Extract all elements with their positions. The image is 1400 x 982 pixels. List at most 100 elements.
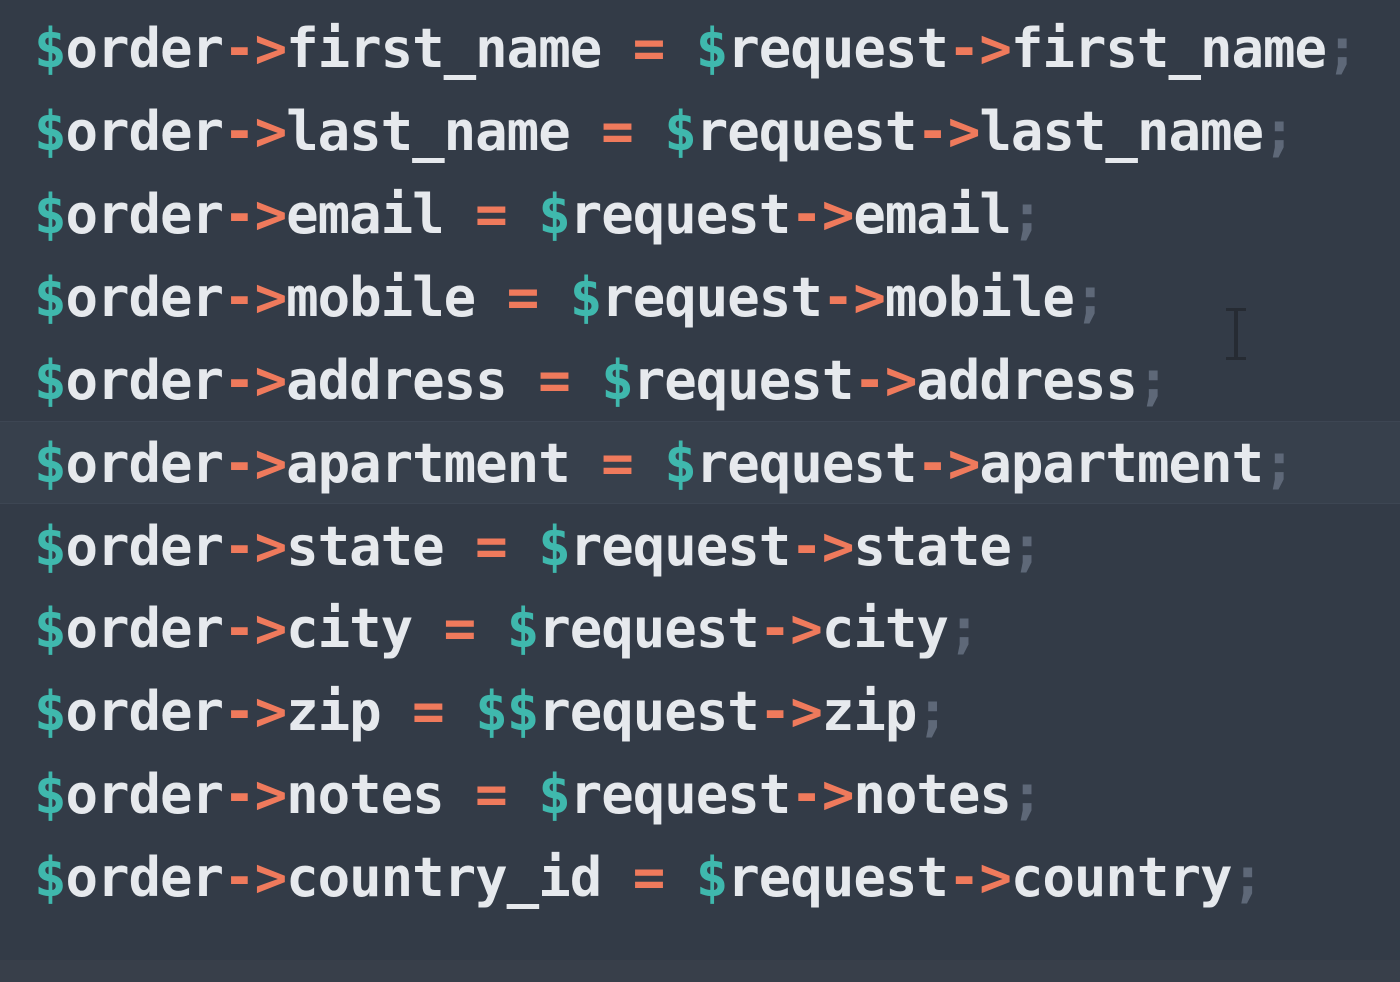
semicolon: ; <box>1010 515 1044 578</box>
variable-sigil: $ <box>601 349 634 412</box>
property-name: mobile <box>286 266 476 329</box>
property-name: address <box>286 349 508 412</box>
arrow-operator: -> <box>947 846 1012 909</box>
code-line[interactable]: $order->country_id = $request->country; <box>0 836 1400 919</box>
variable-sigil: $ <box>664 432 697 495</box>
property-name: city <box>821 597 949 660</box>
code-editor[interactable]: $order->first_name = $request->first_nam… <box>0 0 1400 982</box>
variable-sigil: $ <box>538 763 571 826</box>
variable-name: order <box>65 432 225 495</box>
assign-operator: = <box>475 266 570 329</box>
variable-name: request <box>632 349 855 412</box>
property-name: first_name <box>286 17 602 80</box>
semicolon: ; <box>1263 100 1296 163</box>
variable-name: request <box>538 597 760 660</box>
arrow-operator: -> <box>853 349 917 412</box>
code-line[interactable]: $order->city = $request->city; <box>0 587 1400 670</box>
variable-sigil: $ <box>695 17 729 80</box>
assign-operator: = <box>601 17 696 80</box>
arrow-operator: -> <box>223 846 287 909</box>
arrow-operator: -> <box>916 432 980 495</box>
property-name: apartment <box>979 432 1264 495</box>
arrow-operator: -> <box>790 515 854 578</box>
variable-sigil: $ <box>34 763 67 826</box>
variable-sigil: $ <box>538 515 571 578</box>
assign-operator: = <box>443 763 539 826</box>
i-beam-cursor-icon <box>1226 308 1246 360</box>
arrow-operator: -> <box>223 515 287 578</box>
variable-sigil: $ <box>34 183 67 246</box>
property-name: first_name <box>1010 17 1327 80</box>
property-name: last_name <box>286 100 571 163</box>
variable-sigil: $ <box>34 432 67 495</box>
variable-name: order <box>65 349 225 412</box>
code-line[interactable]: $order->notes = $request->notes; <box>0 753 1400 836</box>
arrow-operator: -> <box>223 183 287 246</box>
semicolon: ; <box>916 680 949 743</box>
cursor-stem <box>1234 310 1238 358</box>
variable-sigil: $ <box>34 846 67 909</box>
variable-name: order <box>65 100 225 163</box>
arrow-operator: -> <box>758 680 823 743</box>
assign-operator: = <box>601 846 696 909</box>
assign-operator: = <box>569 432 665 495</box>
semicolon: ; <box>1263 432 1296 495</box>
arrow-operator: -> <box>223 349 287 412</box>
arrow-operator: -> <box>821 266 886 329</box>
variable-name: request <box>727 846 949 909</box>
editor-bottom-edge <box>0 960 1400 982</box>
assign-operator: = <box>569 100 665 163</box>
property-name: country_id <box>286 846 602 909</box>
arrow-operator: -> <box>223 100 287 163</box>
property-name: notes <box>286 763 445 826</box>
variable-sigil: $ <box>34 100 67 163</box>
property-name: country <box>1010 846 1233 909</box>
variable-name: order <box>65 846 225 909</box>
variable-sigil: $ <box>34 515 67 578</box>
semicolon: ; <box>1073 266 1107 329</box>
arrow-operator: -> <box>947 17 1012 80</box>
variable-sigil: $ <box>34 349 67 412</box>
code-line[interactable]: $order->first_name = $request->first_nam… <box>0 7 1400 90</box>
variable-name: order <box>65 17 225 80</box>
variable-name: request <box>538 680 760 743</box>
property-name: mobile <box>884 266 1075 329</box>
assign-operator: = <box>412 597 507 660</box>
arrow-operator: -> <box>223 266 287 329</box>
code-line[interactable]: $order->last_name = $request->last_name; <box>0 90 1400 173</box>
property-name: address <box>916 349 1138 412</box>
arrow-operator: -> <box>223 763 287 826</box>
arrow-operator: -> <box>790 763 854 826</box>
variable-name: request <box>695 100 918 163</box>
variable-sigil: $ <box>664 100 697 163</box>
variable-sigil: $$ <box>475 680 539 743</box>
assign-operator: = <box>443 183 539 246</box>
code-line[interactable]: $order->state = $request->state; <box>0 505 1400 588</box>
code-line[interactable]: $order->email = $request->email; <box>0 173 1400 256</box>
variable-name: order <box>65 763 225 826</box>
cursor-cap-bottom <box>1226 357 1246 360</box>
semicolon: ; <box>1010 183 1044 246</box>
property-name: state <box>286 515 445 578</box>
arrow-operator: -> <box>223 432 287 495</box>
code-line[interactable]: $order->zip = $$request->zip; <box>0 670 1400 753</box>
code-line-active[interactable]: $order->apartment = $request->apartment; <box>0 421 1400 504</box>
variable-sigil: $ <box>538 183 571 246</box>
variable-name: request <box>569 515 792 578</box>
semicolon: ; <box>1136 349 1170 412</box>
property-name: zip <box>286 680 382 743</box>
semicolon: ; <box>1010 763 1044 826</box>
variable-name: order <box>65 266 225 329</box>
code-line[interactable]: $order->mobile = $request->mobile; <box>0 256 1400 339</box>
variable-sigil: $ <box>34 597 67 660</box>
arrow-operator: -> <box>223 597 287 660</box>
variable-sigil: $ <box>34 17 67 80</box>
property-name: zip <box>821 680 918 743</box>
semicolon: ; <box>1326 17 1359 80</box>
variable-name: request <box>569 763 792 826</box>
property-name: email <box>853 183 1012 246</box>
variable-sigil: $ <box>34 680 67 743</box>
variable-name: request <box>601 266 823 329</box>
code-line[interactable]: $order->address = $request->address; <box>0 339 1400 422</box>
variable-sigil: $ <box>506 597 540 660</box>
